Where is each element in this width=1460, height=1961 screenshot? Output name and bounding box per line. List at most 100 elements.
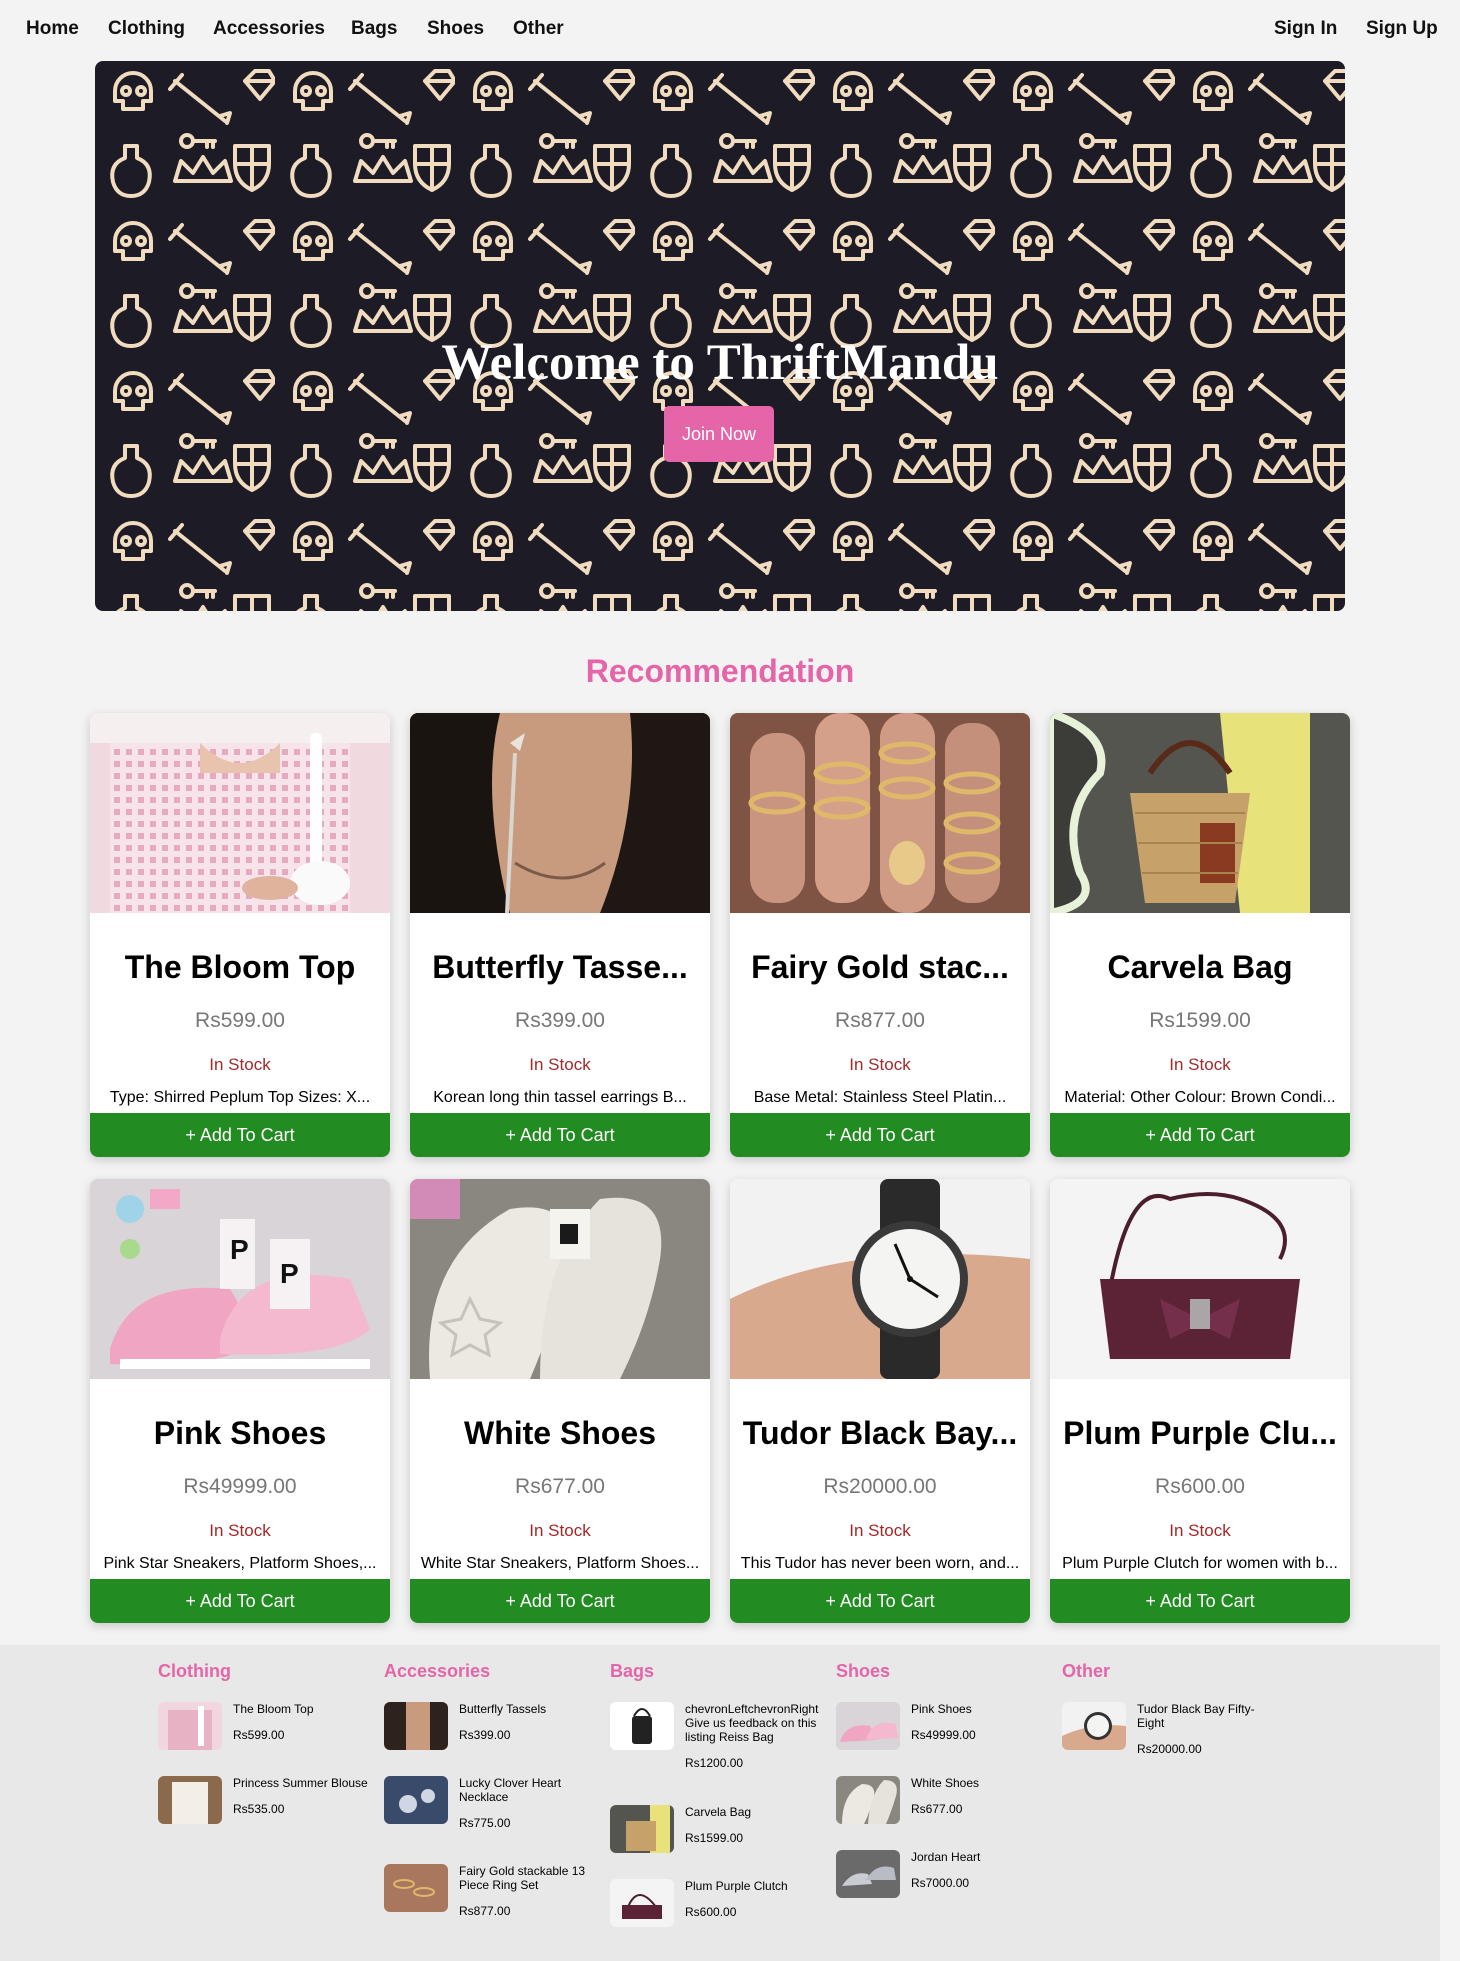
- product-image[interactable]: [1050, 713, 1350, 913]
- product-description: Material: Other Colour: Brown Condi...: [1064, 1089, 1336, 1106]
- hero-banner: Welcome to ThriftMandu Join Now: [95, 61, 1345, 611]
- product-name[interactable]: The Bloom Top: [90, 949, 390, 986]
- product-card[interactable]: The Bloom Top Rs599.00 In Stock Type: Sh…: [90, 713, 390, 1157]
- footer-item-name[interactable]: Plum Purple Clutch: [685, 1879, 825, 1893]
- product-image[interactable]: [410, 713, 710, 913]
- product-image[interactable]: [410, 1179, 710, 1379]
- nav-home[interactable]: Home: [26, 18, 79, 40]
- product-name[interactable]: Carvela Bag: [1050, 949, 1350, 986]
- footer-heading-shoes[interactable]: Shoes: [836, 1661, 1051, 1682]
- top-nav: Home Clothing Accessories Bags Shoes Oth…: [0, 0, 1460, 60]
- product-name[interactable]: Tudor Black Bay...: [730, 1415, 1030, 1452]
- add-to-cart-button[interactable]: + Add To Cart: [410, 1579, 710, 1623]
- product-image[interactable]: [90, 713, 390, 913]
- add-to-cart-button[interactable]: + Add To Cart: [90, 1579, 390, 1623]
- footer-item-name[interactable]: Pink Shoes: [911, 1702, 1051, 1716]
- nav-other[interactable]: Other: [513, 18, 564, 40]
- stock-status: In Stock: [209, 1521, 271, 1540]
- stock-status: In Stock: [529, 1521, 591, 1540]
- join-now-button[interactable]: Join Now: [664, 406, 774, 462]
- footer-item-price: Rs599.00: [233, 1728, 285, 1742]
- footer-item-thumbnail[interactable]: [610, 1879, 674, 1927]
- stock-status: In Stock: [1169, 1055, 1231, 1074]
- footer-column-clothing: Clothing The Bloom Top Rs599.00 Princess…: [158, 1661, 373, 1824]
- add-to-cart-button[interactable]: + Add To Cart: [90, 1113, 390, 1157]
- product-description: Pink Star Sneakers, Platform Shoes,...: [103, 1555, 377, 1572]
- footer-item-name[interactable]: chevronLeftchevronRight Give us feedback…: [685, 1702, 825, 1744]
- product-name[interactable]: Plum Purple Clu...: [1050, 1415, 1350, 1452]
- stock-status: In Stock: [209, 1055, 271, 1074]
- footer-item-thumbnail[interactable]: [158, 1702, 222, 1750]
- footer-item-thumbnail[interactable]: [610, 1805, 674, 1853]
- product-card[interactable]: Tudor Black Bay... Rs20000.00 In Stock T…: [730, 1179, 1030, 1623]
- product-image[interactable]: [1050, 1179, 1350, 1379]
- product-name[interactable]: Pink Shoes: [90, 1415, 390, 1452]
- footer-item-name[interactable]: Tudor Black Bay Fifty-Eight: [1137, 1702, 1277, 1730]
- footer-item-name[interactable]: Princess Summer Blouse: [233, 1776, 373, 1790]
- footer-item-name[interactable]: Fairy Gold stackable 13 Piece Ring Set: [459, 1864, 599, 1892]
- product-card[interactable]: Fairy Gold stac... Rs877.00 In Stock Bas…: [730, 713, 1030, 1157]
- nav-sign-up[interactable]: Sign Up: [1366, 18, 1438, 40]
- footer-heading-accessories[interactable]: Accessories: [384, 1661, 599, 1682]
- hero-title: Welcome to ThriftMandu: [441, 335, 999, 391]
- add-to-cart-button[interactable]: + Add To Cart: [730, 1579, 1030, 1623]
- nav-clothing[interactable]: Clothing: [108, 18, 185, 40]
- footer-item-name[interactable]: White Shoes: [911, 1776, 1051, 1790]
- footer-heading-clothing[interactable]: Clothing: [158, 1661, 373, 1682]
- product-card[interactable]: Plum Purple Clu... Rs600.00 In Stock Plu…: [1050, 1179, 1350, 1623]
- footer-item-name[interactable]: Carvela Bag: [685, 1805, 825, 1819]
- nav-accessories[interactable]: Accessories: [213, 18, 325, 40]
- product-card[interactable]: Butterfly Tasse... Rs399.00 In Stock Kor…: [410, 713, 710, 1157]
- nav-shoes[interactable]: Shoes: [427, 18, 484, 40]
- add-to-cart-button[interactable]: + Add To Cart: [1050, 1579, 1350, 1623]
- svg-text:P: P: [230, 1234, 249, 1265]
- footer-item-name[interactable]: Lucky Clover Heart Necklace: [459, 1776, 599, 1804]
- footer-item-thumbnail[interactable]: [384, 1864, 448, 1912]
- footer: Clothing The Bloom Top Rs599.00 Princess…: [0, 1645, 1440, 1961]
- footer-item-thumbnail[interactable]: [836, 1850, 900, 1898]
- stock-status: In Stock: [849, 1055, 911, 1074]
- footer-heading-other[interactable]: Other: [1062, 1661, 1277, 1682]
- stock-status: In Stock: [1169, 1521, 1231, 1540]
- product-name[interactable]: Fairy Gold stac...: [730, 949, 1030, 986]
- product-description: This Tudor has never been worn, and...: [740, 1555, 1020, 1572]
- product-description: Plum Purple Clutch for women with b...: [1062, 1555, 1338, 1572]
- product-description: Type: Shirred Peplum Top Sizes: X...: [109, 1089, 371, 1106]
- footer-item-name[interactable]: Butterfly Tassels: [459, 1702, 599, 1716]
- product-description: Base Metal: Stainless Steel Platin...: [753, 1089, 1007, 1106]
- product-card[interactable]: White Shoes Rs677.00 In Stock White Star…: [410, 1179, 710, 1623]
- footer-item-price: Rs535.00: [233, 1802, 285, 1816]
- footer-item-name[interactable]: Jordan Heart: [911, 1850, 1051, 1864]
- footer-item-price: Rs1599.00: [685, 1831, 744, 1845]
- product-name[interactable]: White Shoes: [410, 1415, 710, 1452]
- product-price: Rs600.00: [1155, 1475, 1245, 1498]
- footer-item-thumbnail[interactable]: [1062, 1702, 1126, 1750]
- add-to-cart-button[interactable]: + Add To Cart: [1050, 1113, 1350, 1157]
- footer-column-bags: Bags chevronLeftchevronRight Give us fee…: [610, 1661, 825, 1927]
- product-price: Rs677.00: [515, 1475, 605, 1498]
- product-price: Rs877.00: [835, 1009, 925, 1032]
- footer-heading-bags[interactable]: Bags: [610, 1661, 825, 1682]
- footer-item-thumbnail[interactable]: [610, 1702, 674, 1750]
- product-image[interactable]: [730, 1179, 1030, 1379]
- add-to-cart-button[interactable]: + Add To Cart: [410, 1113, 710, 1157]
- nav-sign-in[interactable]: Sign In: [1274, 18, 1337, 40]
- nav-bags[interactable]: Bags: [351, 18, 397, 40]
- footer-item-price: Rs399.00: [459, 1728, 511, 1742]
- product-card[interactable]: P P Pink Shoes Rs49999.00 In Stock Pink …: [90, 1179, 390, 1623]
- product-card[interactable]: Carvela Bag Rs1599.00 In Stock Material:…: [1050, 713, 1350, 1157]
- footer-item-price: Rs877.00: [459, 1904, 511, 1918]
- product-name[interactable]: Butterfly Tasse...: [410, 949, 710, 986]
- add-to-cart-button[interactable]: + Add To Cart: [730, 1113, 1030, 1157]
- product-description: Korean long thin tassel earrings B...: [433, 1089, 687, 1106]
- product-price: Rs599.00: [195, 1009, 285, 1032]
- footer-item-thumbnail[interactable]: [836, 1702, 900, 1750]
- footer-item-thumbnail[interactable]: [836, 1776, 900, 1824]
- product-image[interactable]: [730, 713, 1030, 913]
- footer-column-other: Other Tudor Black Bay Fifty-Eight Rs2000…: [1062, 1661, 1277, 1756]
- footer-item-name[interactable]: The Bloom Top: [233, 1702, 373, 1716]
- footer-item-thumbnail[interactable]: [384, 1702, 448, 1750]
- footer-item-thumbnail[interactable]: [158, 1776, 222, 1824]
- footer-item-thumbnail[interactable]: [384, 1776, 448, 1824]
- product-image[interactable]: P P: [90, 1179, 390, 1379]
